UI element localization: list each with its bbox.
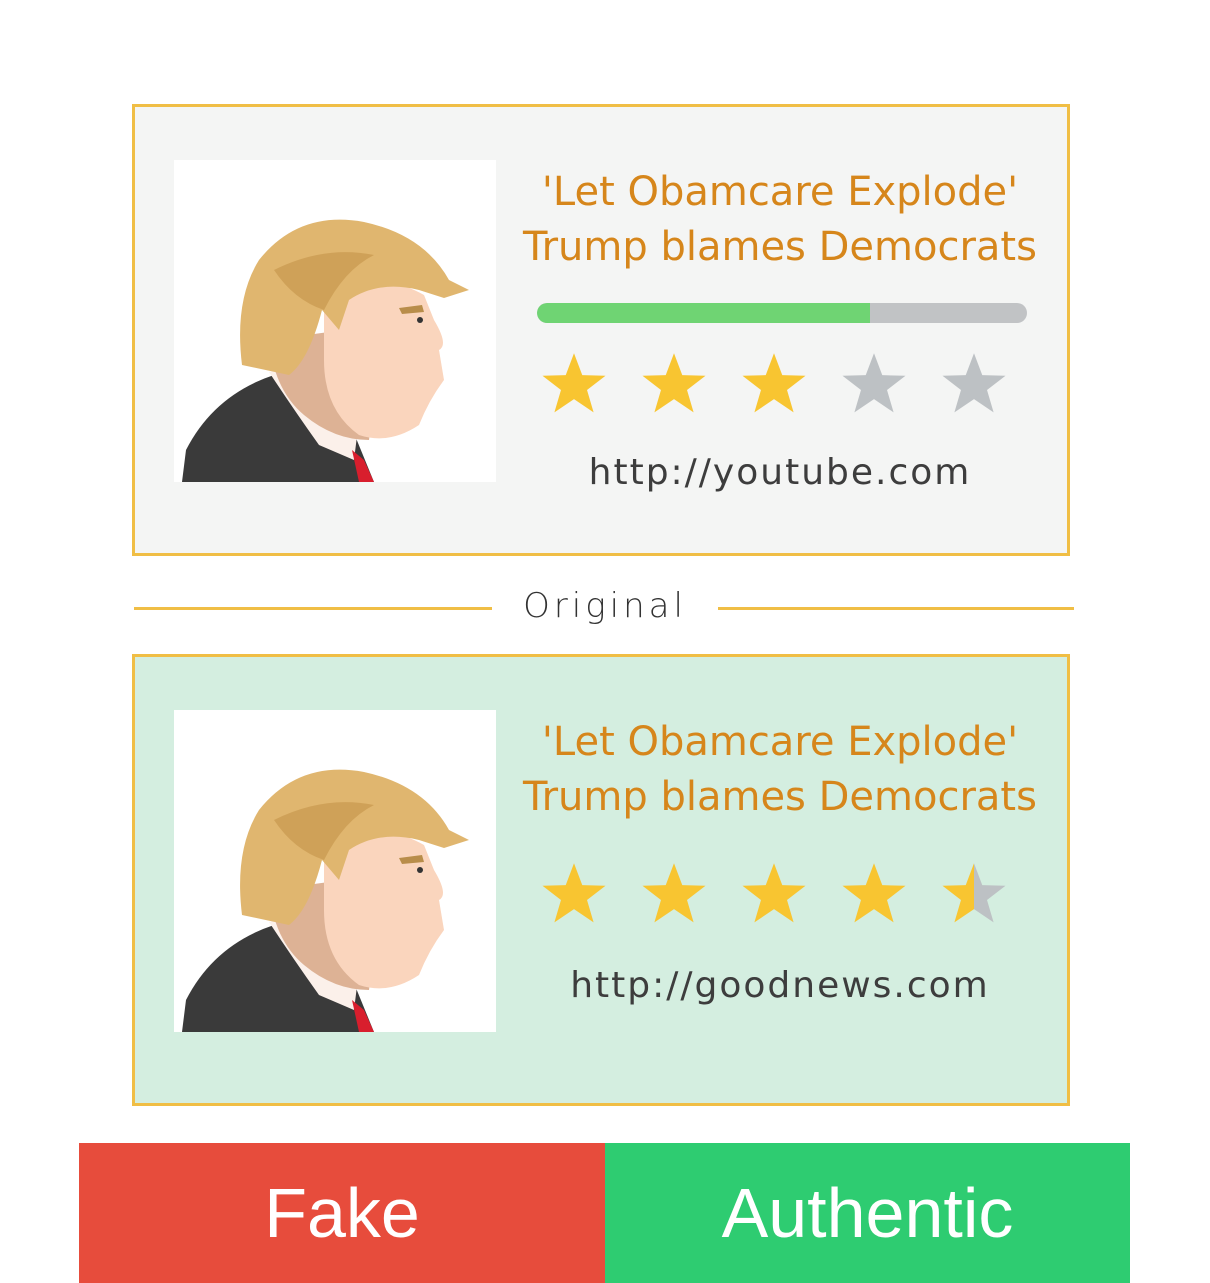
credibility-bar bbox=[537, 303, 1027, 323]
star-icon bbox=[839, 349, 909, 419]
headline-line-2: Trump blames Democrats bbox=[523, 774, 1037, 820]
authentic-button[interactable]: Authentic bbox=[605, 1143, 1130, 1283]
credibility-bar-fill bbox=[537, 303, 871, 323]
original-headline: 'Let Obamcare Explode' Trump blames Demo… bbox=[515, 715, 1045, 825]
star-icon bbox=[639, 859, 709, 929]
headline-line-1: 'Let Obamcare Explode' bbox=[541, 719, 1019, 765]
article-card-top: 'Let Obamcare Explode' Trump blames Demo… bbox=[132, 104, 1070, 556]
portrait-illustration bbox=[182, 219, 469, 482]
headline-line-1: 'Let Obamcare Explode' bbox=[541, 169, 1019, 215]
portrait-illustration bbox=[182, 769, 469, 1032]
original-thumbnail bbox=[174, 710, 496, 1032]
star-icon bbox=[939, 349, 1009, 419]
star-icon bbox=[739, 349, 809, 419]
divider-line-right bbox=[718, 607, 1074, 610]
fake-button[interactable]: Fake bbox=[79, 1143, 605, 1283]
divider-line-left bbox=[134, 607, 492, 610]
star-icon bbox=[539, 859, 609, 929]
headline-line-2: Trump blames Democrats bbox=[523, 224, 1037, 270]
star-icon bbox=[539, 349, 609, 419]
article-card-original: 'Let Obamcare Explode' Trump blames Demo… bbox=[132, 654, 1070, 1106]
divider-label: Original bbox=[523, 586, 687, 626]
star-icon bbox=[939, 859, 1009, 929]
star-rating bbox=[539, 859, 1039, 929]
star-icon bbox=[839, 859, 909, 929]
article-headline: 'Let Obamcare Explode' Trump blames Demo… bbox=[515, 165, 1045, 275]
source-url: http://goodnews.com bbox=[570, 965, 990, 1006]
star-icon bbox=[639, 349, 709, 419]
star-rating bbox=[539, 349, 1039, 419]
source-url: http://youtube.com bbox=[588, 452, 972, 493]
star-icon bbox=[739, 859, 809, 929]
article-thumbnail bbox=[174, 160, 496, 482]
